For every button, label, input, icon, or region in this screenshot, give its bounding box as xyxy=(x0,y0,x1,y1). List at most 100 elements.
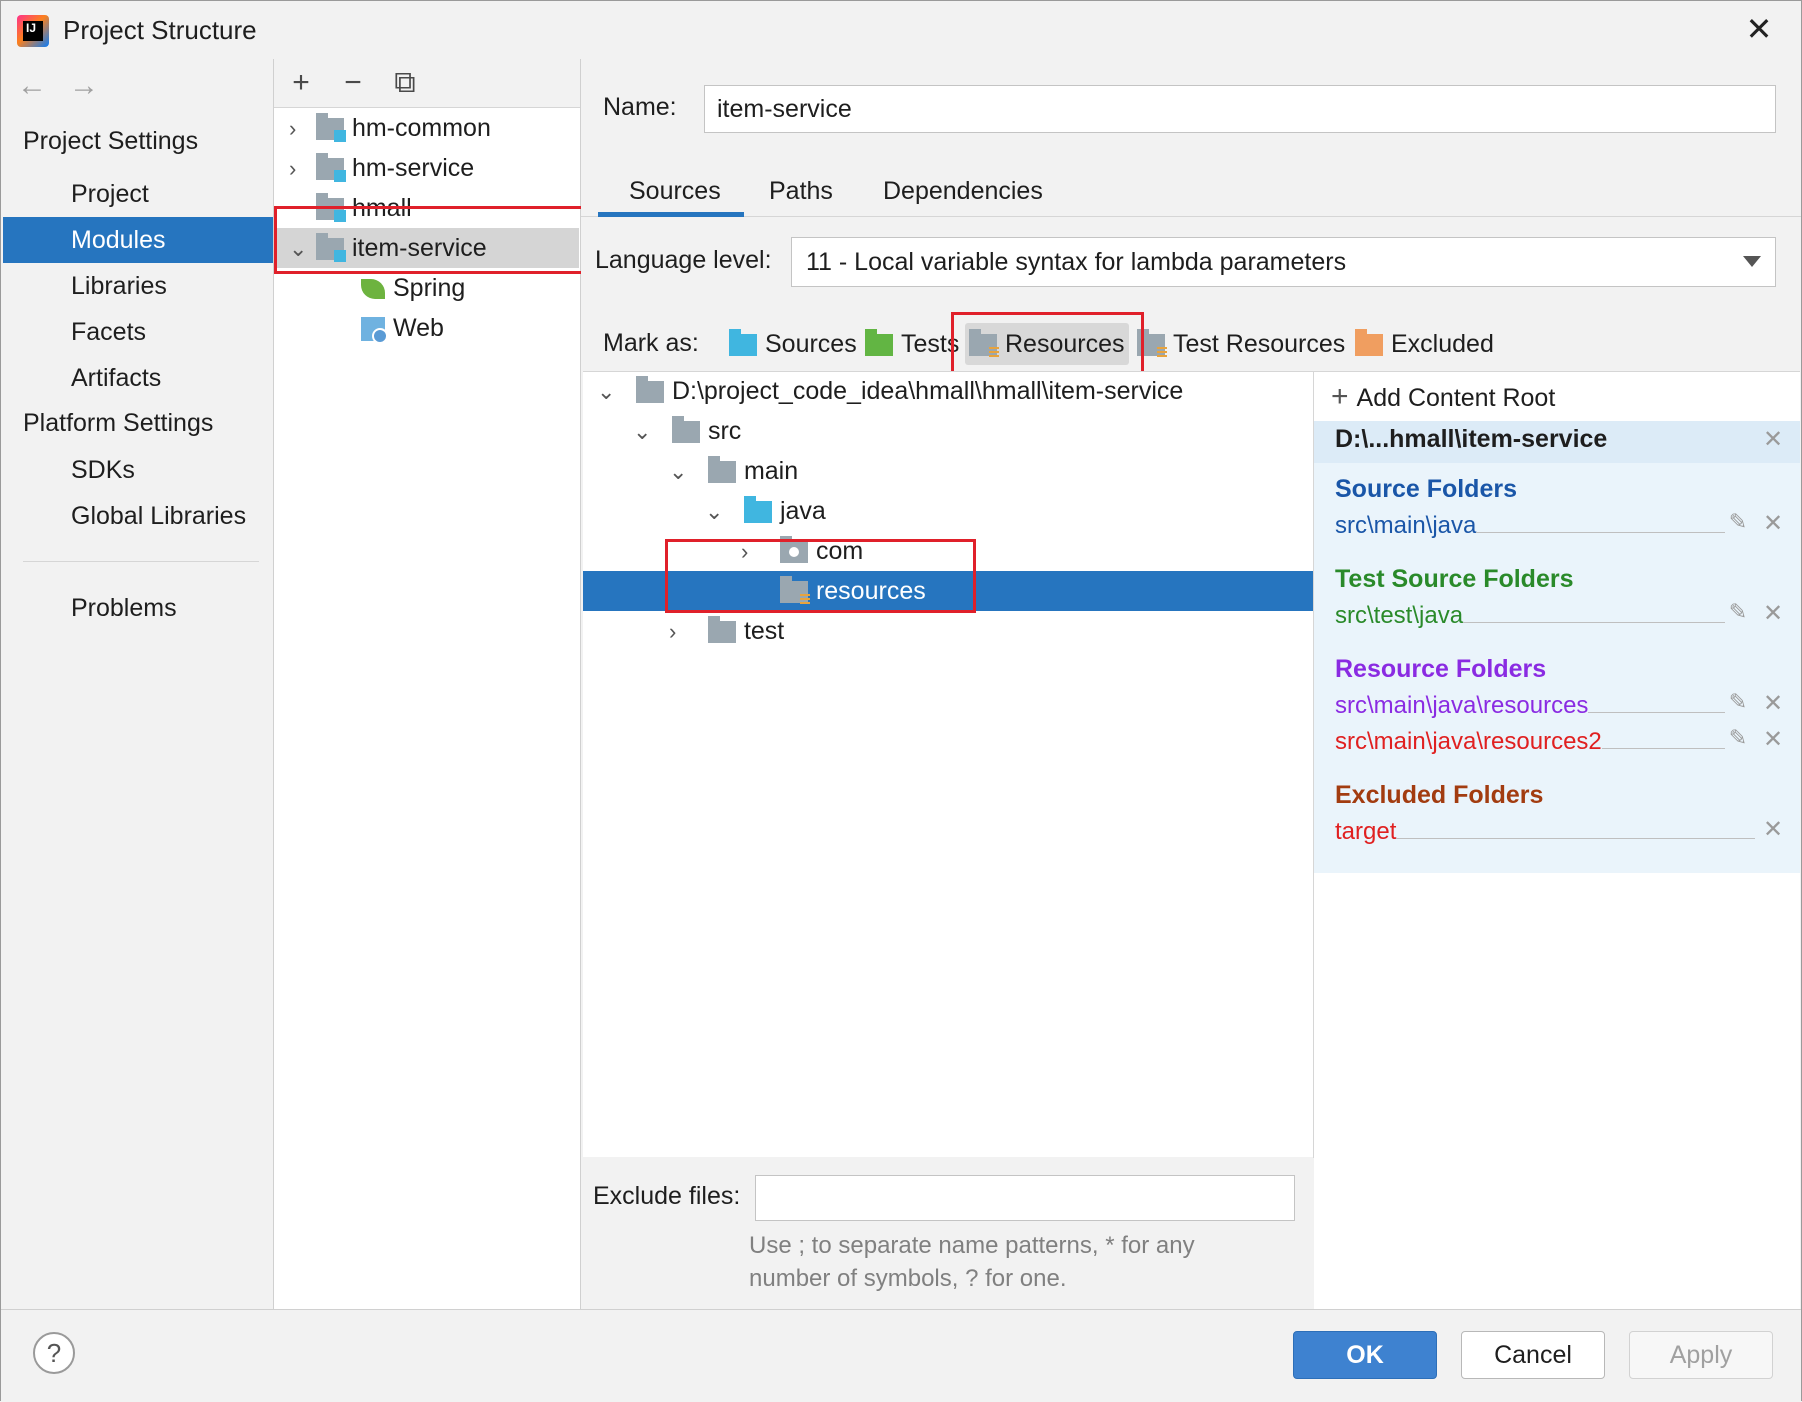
remove-icon[interactable]: ✕ xyxy=(1761,509,1785,538)
chevron-down-icon[interactable]: ⌄ xyxy=(633,412,653,452)
cancel-button[interactable]: Cancel xyxy=(1461,1331,1605,1379)
plus-icon: + xyxy=(1331,380,1349,413)
tests-folder-icon xyxy=(865,329,893,357)
excluded-folders-heading: Excluded Folders xyxy=(1335,781,1544,809)
close-icon[interactable]: ✕ xyxy=(1737,7,1781,51)
nav-item-problems[interactable]: Problems xyxy=(3,585,273,631)
remove-root-icon[interactable]: ✕ xyxy=(1761,425,1785,454)
copy-icon[interactable]: ⧉ xyxy=(387,63,423,103)
project-structure-dialog: IJ Project Structure ✕ ← → Project Setti… xyxy=(0,0,1802,1402)
highlight-box xyxy=(951,312,1144,374)
module-folder-icon xyxy=(315,153,346,183)
content-root-path: D:\...hmall\item-service xyxy=(1335,425,1608,453)
edit-icon[interactable]: ✎ xyxy=(1726,725,1750,751)
source-folder-icon xyxy=(743,496,772,524)
edit-icon[interactable]: ✎ xyxy=(1726,689,1750,715)
nav-item-facets[interactable]: Facets xyxy=(3,309,273,355)
nav-item-label: Problems xyxy=(71,594,177,622)
folder-icon xyxy=(635,376,664,404)
exclude-files-input[interactable] xyxy=(755,1175,1295,1221)
folder-icon xyxy=(671,416,700,444)
nav-item-label: Facets xyxy=(71,318,147,346)
tree-label: java xyxy=(779,497,826,525)
language-level-select[interactable]: 11 - Local variable syntax for lambda pa… xyxy=(791,237,1776,287)
nav-item-sdks[interactable]: SDKs xyxy=(3,447,273,493)
exclude-files-hint: Use ; to separate name patterns, * for a… xyxy=(749,1229,1289,1295)
remove-icon[interactable]: ✕ xyxy=(1761,725,1785,754)
mark-tests-button[interactable]: Tests xyxy=(865,323,959,365)
module-tree-item-web[interactable]: Web xyxy=(361,308,444,348)
forward-arrow-icon[interactable]: → xyxy=(69,69,99,103)
hint-line: number of symbols, ? for one. xyxy=(749,1265,1067,1292)
resource-folder-item: src\main\java\resources2 xyxy=(1335,725,1725,759)
tree-row-root[interactable]: ⌄ D:\project_code_idea\hmall\hmall\item-… xyxy=(583,371,1313,411)
remove-icon[interactable]: ✕ xyxy=(1761,689,1785,718)
tab-sources[interactable]: Sources xyxy=(629,171,721,211)
module-tree-item-spring[interactable]: Spring xyxy=(361,268,465,308)
tree-row-test[interactable]: › test xyxy=(583,611,1313,651)
highlight-box xyxy=(665,539,976,613)
mark-as-label: Mark as: xyxy=(603,329,699,357)
language-level-label: Language level: xyxy=(595,246,772,274)
tree-row-main[interactable]: ⌄ main xyxy=(583,451,1313,491)
tab-divider xyxy=(581,216,1801,217)
folder-path: src\main\java\resources xyxy=(1335,692,1589,719)
back-arrow-icon[interactable]: ← xyxy=(17,69,47,103)
resource-folders-heading: Resource Folders xyxy=(1335,655,1547,683)
add-icon[interactable]: + xyxy=(283,63,319,103)
chevron-down-icon[interactable]: ⌄ xyxy=(669,452,689,492)
remove-icon[interactable]: ✕ xyxy=(1761,599,1785,628)
tab-dependencies[interactable]: Dependencies xyxy=(883,171,1043,211)
tree-label: test xyxy=(743,617,785,645)
chevron-down-icon xyxy=(1743,256,1761,267)
help-button[interactable]: ? xyxy=(33,1332,75,1374)
nav-divider xyxy=(23,561,259,562)
highlight-box xyxy=(274,206,590,274)
nav-item-libraries[interactable]: Libraries xyxy=(3,263,273,309)
mark-excluded-button[interactable]: Excluded xyxy=(1355,323,1494,365)
chevron-right-icon[interactable]: › xyxy=(669,612,689,652)
nav-item-global-libraries[interactable]: Global Libraries xyxy=(3,493,273,539)
chevron-right-icon[interactable]: › xyxy=(289,109,309,149)
title-bar xyxy=(1,1,1801,59)
source-folder-item: src\main\java xyxy=(1335,509,1725,543)
module-label: hm-common xyxy=(351,114,491,142)
tree-row-src[interactable]: ⌄ src xyxy=(583,411,1313,451)
excluded-folder-item: target xyxy=(1335,815,1755,849)
remove-icon[interactable]: ✕ xyxy=(1761,815,1785,844)
mark-sources-button[interactable]: Sources xyxy=(729,323,857,365)
hint-line: Use ; to separate name patterns, * for a… xyxy=(749,1232,1195,1259)
nav-item-artifacts[interactable]: Artifacts xyxy=(3,355,273,401)
chevron-down-icon[interactable]: ⌄ xyxy=(705,492,725,532)
module-name-input[interactable]: item-service xyxy=(704,85,1776,133)
module-tree-item-hm-common[interactable]: › hm-common xyxy=(289,108,491,148)
name-label: Name: xyxy=(603,93,677,121)
ok-button[interactable]: OK xyxy=(1293,1331,1437,1379)
sources-folder-icon xyxy=(729,329,757,357)
folder-icon xyxy=(707,456,736,484)
remove-icon[interactable]: − xyxy=(335,63,371,103)
mark-test-resources-button[interactable]: Test Resources xyxy=(1137,323,1345,365)
nav-item-label: Artifacts xyxy=(71,364,162,392)
platform-settings-heading: Platform Settings xyxy=(23,409,214,437)
chevron-down-icon[interactable]: ⌄ xyxy=(597,372,617,412)
tree-label: main xyxy=(743,457,799,485)
active-tab-indicator xyxy=(598,212,744,217)
nav-item-label: Project xyxy=(71,180,149,208)
edit-icon[interactable]: ✎ xyxy=(1726,509,1750,535)
chevron-right-icon[interactable]: › xyxy=(289,149,309,189)
mark-label: Excluded xyxy=(1391,330,1494,358)
module-folder-icon xyxy=(315,113,346,143)
nav-item-label: SDKs xyxy=(71,456,135,484)
nav-item-project[interactable]: Project xyxy=(3,171,273,217)
folder-path: src\main\java xyxy=(1335,512,1477,539)
edit-icon[interactable]: ✎ xyxy=(1726,599,1750,625)
tab-paths[interactable]: Paths xyxy=(769,171,833,211)
add-content-root-button[interactable]: + Add Content Root xyxy=(1331,379,1555,415)
module-tree-item-hm-service[interactable]: › hm-service xyxy=(289,148,474,188)
folder-path: src\test\java xyxy=(1335,602,1464,629)
project-settings-heading: Project Settings xyxy=(23,127,199,155)
tree-row-java[interactable]: ⌄ java xyxy=(583,491,1313,531)
nav-item-modules[interactable]: Modules xyxy=(3,217,273,263)
apply-button[interactable]: Apply xyxy=(1629,1331,1773,1379)
